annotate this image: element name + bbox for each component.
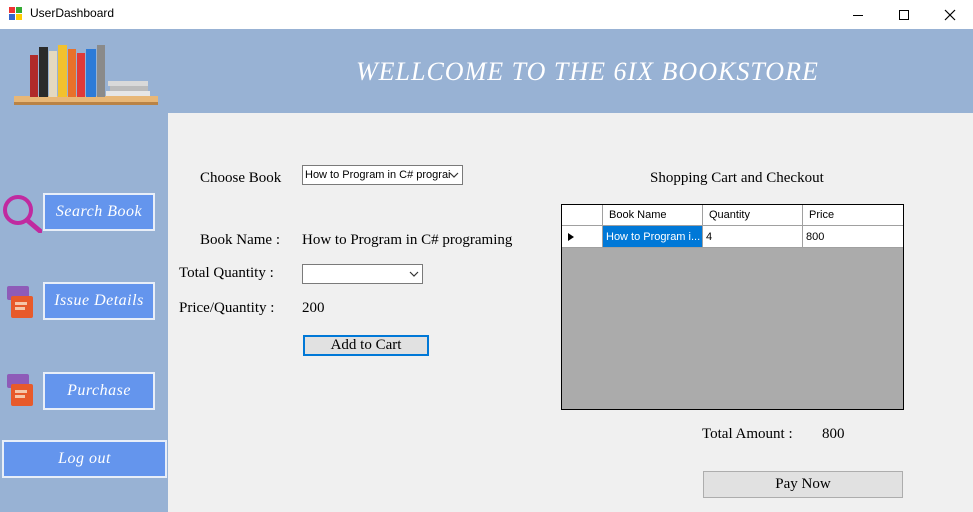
book-name-value: How to Program in C# programing [302,232,513,248]
close-button[interactable] [927,0,973,29]
add-to-cart-label: Add to Cart [330,337,402,353]
total-quantity-label: Total Quantity : [179,265,274,281]
logout-button[interactable]: Log out [2,440,167,478]
current-row-arrow-icon [568,232,574,241]
issue-details-label: Issue Details [54,292,144,309]
choose-book-label: Choose Book [200,170,282,186]
minimize-button[interactable] [835,0,881,29]
row-header-corner [562,205,603,226]
header-banner: WELLCOME TO THE 6IX BOOKSTORE [0,29,973,113]
maximize-button[interactable] [881,0,927,29]
maximize-icon [899,9,909,20]
column-header-book-name[interactable]: Book Name [603,205,703,226]
cell-price[interactable]: 800 [803,226,903,248]
book-name-label: Book Name : [200,232,280,248]
total-amount-value: 800 [822,426,845,442]
cart-title: Shopping Cart and Checkout [650,170,824,186]
logout-label: Log out [58,450,111,467]
total-quantity-select[interactable] [302,264,423,284]
add-to-cart-button[interactable]: Add to Cart [303,335,429,356]
price-value: 200 [302,300,325,316]
chevron-down-icon [449,172,459,178]
search-icon [3,195,42,233]
issue-details-button[interactable]: Issue Details [43,282,155,320]
purchase-button[interactable]: Purchase [43,372,155,410]
price-label: Price/Quantity : [179,300,275,316]
app-icon [9,7,23,21]
grid-header-row: Book Name Quantity Price [562,205,903,226]
sidebar: Search Book Issue Details Purchase Log o… [0,113,168,512]
close-icon [944,9,956,20]
window-titlebar: UserDashboard [0,0,973,29]
row-selector[interactable] [562,226,603,248]
pay-now-label: Pay Now [775,476,831,492]
table-row[interactable]: How to Program i... 4 800 [562,226,903,248]
cart-grid[interactable]: Book Name Quantity Price How to Program … [561,204,904,410]
window-title: UserDashboard [30,6,115,20]
minimize-icon [853,14,863,16]
search-book-button[interactable]: Search Book [43,193,155,231]
cell-book-name[interactable]: How to Program i... [603,226,703,248]
bookshelf-logo [14,45,158,105]
books-icon [7,374,33,406]
welcome-title: WELLCOME TO THE 6IX BOOKSTORE [356,57,819,86]
column-header-quantity[interactable]: Quantity [703,205,803,226]
chevron-down-icon [409,271,419,277]
cell-quantity[interactable]: 4 [703,226,803,248]
choose-book-select[interactable]: How to Program in C# prograi [302,165,463,185]
pay-now-button[interactable]: Pay Now [703,471,903,498]
books-icon [7,286,33,318]
column-header-price[interactable]: Price [803,205,903,226]
choose-book-value: How to Program in C# prograi [305,169,451,181]
search-book-label: Search Book [55,203,143,220]
purchase-label: Purchase [67,382,131,399]
total-amount-label: Total Amount : [702,426,793,442]
